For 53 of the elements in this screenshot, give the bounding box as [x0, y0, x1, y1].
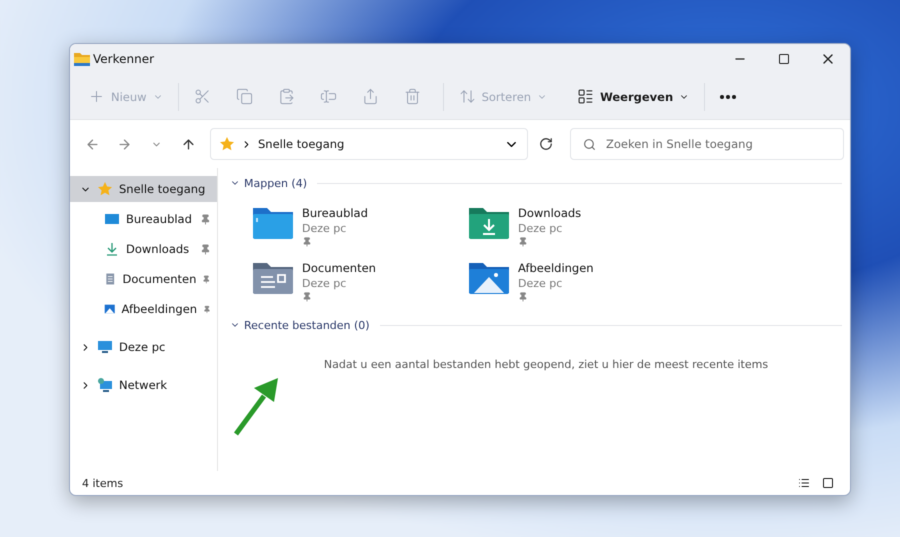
folder-location: Deze pc [302, 277, 348, 290]
star-icon [219, 136, 235, 152]
button-label: Weergeven [600, 90, 674, 104]
desktop-icon [104, 211, 120, 227]
sort-icon [458, 88, 476, 105]
sidebar-item[interactable]: Documenten [70, 266, 217, 292]
scissors-icon [194, 88, 211, 105]
button-label: Sorteren [482, 90, 532, 104]
copy-icon [236, 88, 253, 105]
folder-name: Afbeeldingen [518, 261, 594, 275]
folder-name: Documenten [302, 261, 376, 275]
monitor-icon [97, 339, 113, 355]
document-icon [104, 271, 116, 287]
folder-location: Deze pc [302, 222, 348, 235]
folder-tile[interactable]: Documenten Deze pc [252, 259, 468, 302]
square-icon [822, 477, 834, 489]
sidebar-item[interactable]: Netwerk [70, 372, 217, 398]
folder-location: Deze pc [518, 222, 564, 235]
folder-name: Downloads [518, 206, 582, 220]
folder-location: Deze pc [518, 277, 564, 290]
view-button[interactable]: Weergeven [569, 80, 698, 112]
group-header[interactable]: Mappen (4) [244, 176, 308, 190]
group-header[interactable]: Recente bestanden (0) [244, 318, 370, 332]
folder-tile[interactable]: Afbeeldingen Deze pc [468, 259, 684, 302]
download-icon [104, 241, 120, 257]
network-icon [97, 377, 113, 393]
address-bar[interactable]: Snelle toegang [210, 128, 528, 160]
list-icon [577, 88, 594, 105]
search-icon [583, 138, 596, 150]
folder-tile[interactable]: Bureaublad Deze pc [252, 204, 468, 247]
rename-icon [320, 88, 337, 105]
share-icon [362, 88, 379, 105]
forward-arrow-icon [116, 136, 132, 152]
clipboard-icon [278, 88, 295, 105]
window-title: Verkenner [93, 52, 156, 66]
maximize-icon [778, 53, 790, 65]
search-field[interactable]: Zoeken in Snelle toegang [570, 128, 844, 160]
item-count: 4 items [82, 476, 124, 490]
empty-message: Nadat u een aantal bestanden hebt geopend, ziet u hier de meest recente items [322, 357, 770, 371]
folder-tile[interactable]: Downloads Deze pc [468, 204, 684, 247]
sidebar-item[interactable]: Deze pc [70, 334, 217, 360]
trash-icon [404, 88, 421, 105]
sidebar-item[interactable]: Snelle toegang [70, 176, 217, 202]
folder-name: Bureaublad [302, 206, 368, 220]
sidebar-item[interactable]: Bureaublad [70, 206, 217, 232]
sidebar-item[interactable]: Downloads [70, 236, 217, 262]
folder-icon [74, 52, 90, 66]
star-icon [97, 181, 113, 197]
sidebar-item[interactable]: Afbeeldingen [70, 296, 217, 322]
button-label: Nieuw [111, 90, 147, 104]
plus-icon [88, 88, 105, 105]
refresh-icon [539, 137, 553, 151]
more-icon [720, 94, 736, 98]
